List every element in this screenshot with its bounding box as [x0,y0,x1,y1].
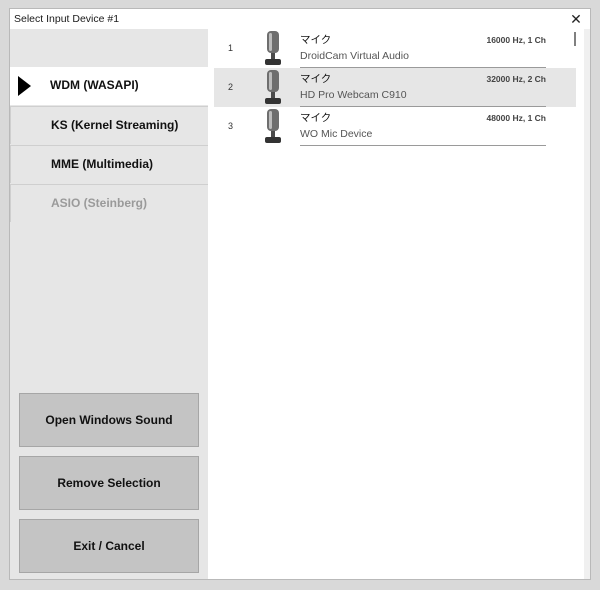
api-list: WDM (WASAPI) KS (Kernel Streaming) MME (… [10,67,208,223]
remove-selection-button[interactable]: Remove Selection [19,456,199,510]
device-name: WO Mic Device [300,128,373,140]
api-item-label: MME (Multimedia) [51,157,153,171]
api-item-ks[interactable]: KS (Kernel Streaming) [10,106,208,144]
api-item-label: KS (Kernel Streaming) [51,118,179,132]
microphone-icon [265,31,281,65]
window-title: Select Input Device #1 [14,13,120,25]
row-divider [300,145,546,146]
device-index: 3 [228,121,234,131]
device-row[interactable]: 2 マイク HD Pro Webcam C910 32000 Hz, 2 Ch [214,68,576,107]
exit-cancel-button[interactable]: Exit / Cancel [19,519,199,573]
device-name: DroidCam Virtual Audio [300,50,409,62]
device-format: 16000 Hz, 1 Ch [486,35,546,45]
device-type: マイク [300,73,332,85]
device-list: 1 マイク DroidCam Virtual Audio 16000 Hz, 1… [208,29,584,579]
api-item-label: ASIO (Steinberg) [51,196,148,210]
api-sidebar: WDM (WASAPI) KS (Kernel Streaming) MME (… [10,29,208,579]
device-index: 1 [228,43,234,53]
title-bar: Select Input Device #1 ✕ [10,9,590,29]
dialog-window: Select Input Device #1 ✕ WDM (WASAPI) KS… [9,8,591,580]
microphone-icon [265,70,281,104]
device-row[interactable]: 1 マイク DroidCam Virtual Audio 16000 Hz, 1… [214,29,576,68]
device-format: 32000 Hz, 2 Ch [486,74,546,84]
device-name: HD Pro Webcam C910 [300,89,407,101]
api-item-wdm[interactable]: WDM (WASAPI) [10,67,208,105]
api-item-mme[interactable]: MME (Multimedia) [10,145,208,183]
scrollbar-thumb[interactable] [574,32,576,46]
close-icon[interactable]: ✕ [566,10,586,28]
microphone-icon [265,109,281,143]
device-index: 2 [228,82,234,92]
device-type: マイク [300,112,332,124]
open-windows-sound-button[interactable]: Open Windows Sound [19,393,199,447]
selected-arrow-icon [18,76,31,96]
device-format: 48000 Hz, 1 Ch [486,113,546,123]
device-row[interactable]: 3 マイク WO Mic Device 48000 Hz, 1 Ch [214,107,576,146]
device-type: マイク [300,34,332,46]
api-item-label: WDM (WASAPI) [50,78,139,92]
api-item-asio: ASIO (Steinberg) [10,184,208,222]
